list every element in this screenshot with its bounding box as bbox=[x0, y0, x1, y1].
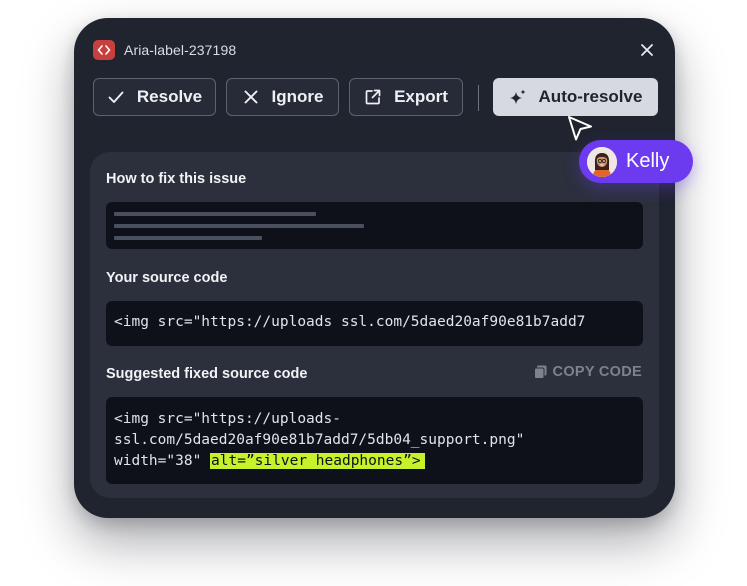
code-line: width="38" alt=”silver headphones”> bbox=[114, 451, 635, 472]
export-icon bbox=[364, 88, 382, 106]
how-to-fix-content bbox=[106, 202, 643, 249]
ignore-button[interactable]: Ignore bbox=[226, 78, 339, 116]
close-icon[interactable] bbox=[639, 42, 655, 58]
placeholder-text-line bbox=[114, 236, 262, 240]
code-brackets-icon bbox=[93, 40, 115, 60]
resolve-label: Resolve bbox=[136, 87, 203, 106]
fix-panel: How to fix this issue Your source code <… bbox=[90, 152, 659, 498]
copy-code-button[interactable]: COPY CODE bbox=[533, 364, 642, 380]
issue-card: Aria-label-237198 Resolve Ignore Export … bbox=[74, 18, 675, 518]
source-code-block: <img src="https://uploads ssl.com/5daed2… bbox=[106, 301, 643, 346]
mouse-cursor-icon bbox=[568, 116, 592, 141]
export-label: Export bbox=[394, 87, 448, 106]
suggested-code-block: <img src="https://uploads- ssl.com/5daed… bbox=[106, 397, 643, 484]
source-code-heading: Your source code bbox=[106, 270, 228, 286]
copy-code-label: COPY CODE bbox=[552, 364, 642, 380]
collaborator-tag: Kelly bbox=[579, 140, 693, 183]
code-text: width="38" bbox=[114, 453, 211, 469]
suggested-code-heading: Suggested fixed source code bbox=[106, 366, 308, 382]
export-button[interactable]: Export bbox=[349, 78, 463, 116]
x-icon bbox=[242, 88, 260, 106]
copy-icon bbox=[533, 365, 547, 379]
code-line: ssl.com/5daed20af90e81b7add7/5db04_suppo… bbox=[114, 432, 525, 448]
collaborator-name: Kelly bbox=[626, 150, 670, 172]
avatar bbox=[587, 146, 617, 177]
code-line: <img src="https://uploads- bbox=[114, 411, 341, 427]
how-to-fix-heading: How to fix this issue bbox=[106, 171, 247, 187]
auto-resolve-label: Auto-resolve bbox=[538, 87, 643, 106]
placeholder-text-line bbox=[114, 224, 364, 228]
issue-title: Aria-label-237198 bbox=[124, 42, 237, 58]
auto-resolve-button[interactable]: Auto-resolve bbox=[493, 78, 658, 116]
highlighted-fix: alt=”silver headphones”> bbox=[210, 453, 425, 469]
check-icon bbox=[107, 88, 125, 106]
placeholder-text-line bbox=[114, 212, 316, 216]
resolve-button[interactable]: Resolve bbox=[93, 78, 216, 116]
action-toolbar: Resolve Ignore Export Auto-resolve bbox=[93, 78, 658, 118]
toolbar-divider bbox=[478, 85, 479, 111]
card-header: Aria-label-237198 bbox=[93, 39, 655, 61]
sparkle-icon bbox=[509, 88, 527, 106]
ignore-label: Ignore bbox=[271, 87, 324, 106]
